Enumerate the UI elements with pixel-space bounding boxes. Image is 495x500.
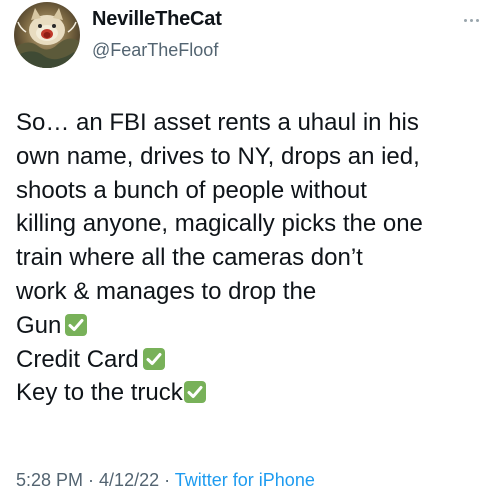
more-dot [463, 18, 467, 22]
tweet-metadata: 5:28 PM · 4/12/22 · Twitter for iPhone [16, 470, 315, 491]
cat-avatar-image [14, 2, 80, 68]
checklist-item-label: Key to the truck [16, 379, 183, 407]
tweet-line: So… an FBI asset rents a uhaul in his [16, 109, 419, 136]
tweet-line: shoots a bunch of people without [16, 176, 367, 204]
checklist-item: Credit Card [16, 343, 488, 377]
tweet-line: own name, drives to NY, drops an ied, [16, 142, 420, 170]
tweet-line: work & manages to drop the [16, 277, 317, 305]
meta-separator: · [159, 470, 175, 490]
tweet-source-link[interactable]: Twitter for iPhone [175, 470, 315, 490]
tweet-line: train where all the cameras don’t [16, 244, 363, 272]
tweet-time[interactable]: 5:28 PM [16, 470, 83, 490]
checklist-item: Key to the truck [16, 376, 488, 410]
meta-separator: · [83, 470, 100, 490]
tweet-date[interactable]: 4/12/22 [99, 470, 159, 490]
checklist-item-label: Gun [16, 311, 62, 339]
more-options-icon[interactable] [458, 10, 484, 30]
check-mark-button-icon [183, 381, 206, 404]
check-mark-button-icon [65, 313, 88, 336]
avatar[interactable] [14, 2, 80, 68]
more-dot [475, 18, 479, 22]
check-mark-button-icon [142, 347, 165, 370]
tweet-card: NevilleTheCat @FearTheFloof So… an FBI a… [0, 0, 495, 500]
checklist-item-label: Credit Card [16, 345, 139, 373]
tweet-text: So… an FBI asset rents a uhaul in his ow… [16, 106, 488, 410]
display-name[interactable]: NevilleTheCat [92, 8, 222, 31]
tweet-line: killing anyone, magically picks the one [16, 210, 423, 238]
checklist-item: Gun [16, 309, 488, 343]
more-dot [469, 18, 473, 22]
user-handle[interactable]: @FearTheFloof [92, 40, 218, 61]
